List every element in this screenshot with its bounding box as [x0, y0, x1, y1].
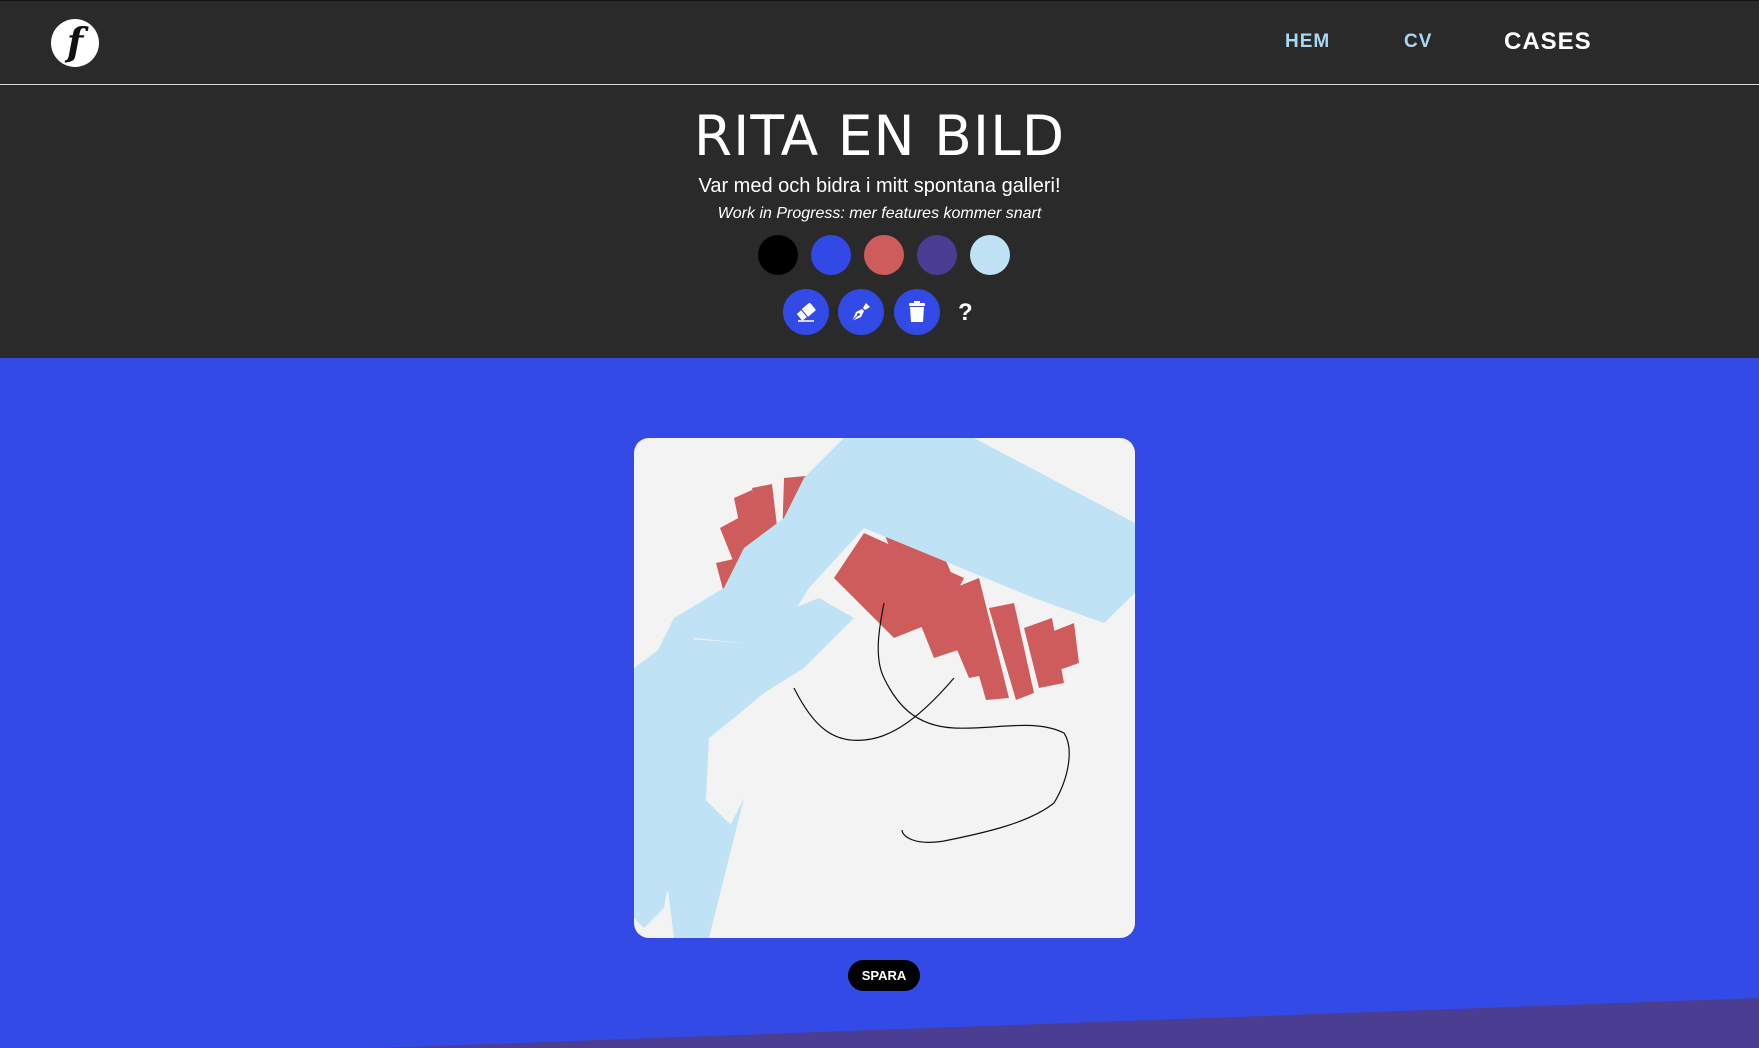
save-button[interactable]: SPARA	[848, 960, 920, 991]
clear-canvas-button[interactable]	[894, 289, 940, 335]
pen-button[interactable]	[838, 289, 884, 335]
color-swatch-purple[interactable]	[917, 235, 957, 275]
work-in-progress-note: Work in Progress: mer features kommer sn…	[717, 205, 1042, 222]
nav-link-cases[interactable]: CASES	[1504, 28, 1592, 56]
top-navigation-bar: f HEM CV CASES	[0, 0, 1759, 85]
color-swatch-light-blue[interactable]	[970, 235, 1010, 275]
nav-link-hem[interactable]: HEM	[1285, 31, 1330, 53]
trash-icon	[909, 301, 925, 322]
pen-nib-icon	[851, 303, 870, 322]
eraser-icon	[795, 302, 816, 323]
page-subtitle: Var med och bidra i mitt spontana galler…	[698, 175, 1061, 197]
canvas-drawing	[634, 438, 1135, 938]
color-swatch-blue[interactable]	[811, 235, 851, 275]
drawing-canvas[interactable]	[634, 438, 1135, 938]
page-title: RITA EN BILD	[693, 104, 1066, 168]
help-button[interactable]: ?	[958, 299, 973, 327]
color-swatch-red[interactable]	[864, 235, 904, 275]
nav-link-cv[interactable]: CV	[1404, 31, 1432, 53]
site-logo[interactable]: f	[51, 19, 99, 67]
eraser-button[interactable]	[783, 289, 829, 335]
color-swatch-black[interactable]	[758, 235, 798, 275]
